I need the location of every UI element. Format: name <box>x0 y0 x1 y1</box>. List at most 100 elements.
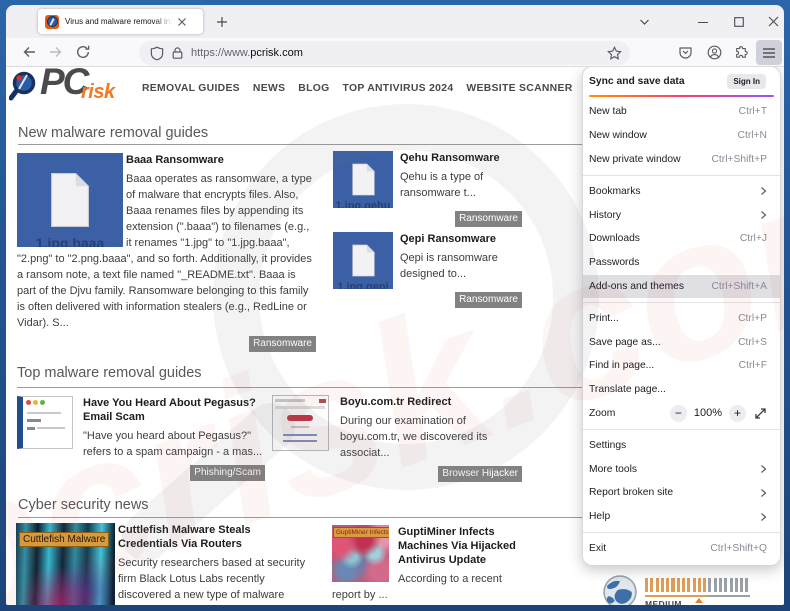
globe-icon <box>603 575 637 605</box>
menu-item-exit[interactable]: ExitCtrl+Shift+Q <box>583 537 780 561</box>
maximize-button[interactable] <box>728 5 750 38</box>
article-boyu-thumbnail[interactable] <box>272 395 329 451</box>
article-pegasus-tag[interactable]: Phishing/Scam <box>190 465 265 481</box>
menu-separator <box>583 175 780 176</box>
menu-item-new-private-window[interactable]: New private windowCtrl+Shift+P <box>583 148 780 172</box>
menu-item-translate-page[interactable]: Translate page... <box>583 378 780 402</box>
tab-bar: Virus and malware removal inst <box>6 5 784 38</box>
menu-item-history[interactable]: History <box>583 203 780 227</box>
tab-close-icon[interactable] <box>177 17 187 27</box>
lock-icon[interactable] <box>171 46 184 60</box>
article-qehu-thumbnail[interactable]: 1.jpg.qehu <box>333 151 393 208</box>
submenu-chevron-icon <box>760 464 767 474</box>
menu-item-save-page-as[interactable]: Save page as...Ctrl+S <box>583 330 780 354</box>
site-nav: REMOVAL GUIDES NEWS BLOG TOP ANTIVIRUS 2… <box>142 83 573 94</box>
close-button[interactable] <box>762 5 784 38</box>
menu-item-downloads[interactable]: DownloadsCtrl+J <box>583 227 780 251</box>
url-text[interactable]: https://www.pcrisk.com <box>191 47 303 59</box>
extensions-puzzle-icon[interactable] <box>729 39 755 65</box>
reload-button[interactable] <box>70 39 96 65</box>
menu-separator <box>583 302 780 303</box>
article-baaa-thumbnail[interactable]: 1.jpg.baaa <box>17 153 123 247</box>
nav-toolbar: https://www.pcrisk.com <box>6 38 784 67</box>
article-guptiminer-thumbnail[interactable]: GuptiMiner Infects <box>332 525 389 582</box>
thumb-label: Cuttlefish Malware <box>19 532 109 547</box>
menu-sync-label: Sync and save data <box>589 76 727 87</box>
article-qepi-thumbnail[interactable]: 1.jpg.qepi <box>333 232 393 289</box>
article-qehu: 1.jpg.qehu Qehu Ransomware Qehu is a typ… <box>333 151 522 227</box>
zoom-out-button[interactable]: − <box>670 405 687 422</box>
menu-separator <box>583 429 780 430</box>
submenu-chevron-icon <box>760 186 767 196</box>
threat-meter-bars <box>645 578 748 592</box>
menu-item-settings[interactable]: Settings <box>583 433 780 457</box>
menu-item-report-broken-site[interactable]: Report broken site <box>583 481 780 505</box>
browser-tab[interactable]: Virus and malware removal inst <box>38 9 203 34</box>
menu-item-addons-themes[interactable]: Add-ons and themesCtrl+Shift+A <box>583 275 780 299</box>
back-button[interactable] <box>16 39 42 65</box>
nav-removal-guides[interactable]: REMOVAL GUIDES <box>142 83 240 94</box>
menu-separator <box>583 532 780 533</box>
article-qehu-tag[interactable]: Ransomware <box>455 211 522 227</box>
submenu-chevron-icon <box>760 210 767 220</box>
article-boyu-tag[interactable]: Browser Hijacker <box>438 466 522 482</box>
nav-top-antivirus[interactable]: TOP ANTIVIRUS 2024 <box>343 83 454 94</box>
tracking-shield-icon[interactable] <box>150 46 164 61</box>
logo-text-risk: risk <box>81 81 115 104</box>
article-pegasus-thumbnail[interactable] <box>17 396 73 449</box>
tab-list-chevron-icon[interactable] <box>633 5 655 38</box>
section-new-guides-title: New malware removal guides <box>18 125 208 141</box>
menu-item-help[interactable]: Help <box>583 505 780 529</box>
bookmark-star-icon[interactable] <box>607 46 622 61</box>
article-cuttlefish: Cuttlefish Malware Cuttlefish Malware St… <box>16 523 312 605</box>
threat-level-label: MEDIUM <box>645 599 682 605</box>
article-pegasus: Have You Heard About Pegasus? Email Scam… <box>17 396 271 481</box>
sign-in-button[interactable]: Sign In <box>727 74 766 89</box>
submenu-chevron-icon <box>760 488 767 498</box>
menu-item-passwords[interactable]: Passwords <box>583 251 780 275</box>
desktop-frame: Virus and malware removal inst <box>0 0 790 611</box>
section-top-guides-title: Top malware removal guides <box>17 365 202 381</box>
threat-level-widget: MEDIUM <box>603 575 763 605</box>
menu-item-more-tools[interactable]: More tools <box>583 457 780 481</box>
page-content: PC risk REMOVAL GUIDES NEWS BLOG TOP ANT… <box>6 67 784 605</box>
article-qepi-tag[interactable]: Ransomware <box>455 292 522 308</box>
article-baaa: 1.jpg.baaa Baaa Ransomware Baaa operates… <box>17 153 316 352</box>
section-news-title: Cyber security news <box>18 497 149 513</box>
zoom-in-button[interactable]: + <box>729 405 746 422</box>
menu-sync-row[interactable]: Sync and save data Sign In <box>583 70 780 92</box>
article-cuttlefish-thumbnail[interactable]: Cuttlefish Malware <box>16 523 115 605</box>
new-tab-button[interactable] <box>210 13 234 31</box>
nav-blog[interactable]: BLOG <box>298 83 329 94</box>
article-baaa-tag[interactable]: Ransomware <box>249 336 316 352</box>
menu-item-new-tab[interactable]: New tabCtrl+T <box>583 100 780 124</box>
pcrisk-logo[interactable]: PC risk <box>9 70 139 104</box>
app-menu-button[interactable] <box>756 40 782 65</box>
nav-website-scanner[interactable]: WEBSITE SCANNER <box>466 83 572 94</box>
submenu-chevron-icon <box>760 512 767 522</box>
threat-meter-marker <box>695 598 703 603</box>
thumb-caption: 1.jpg.baaa <box>17 235 123 247</box>
menu-item-find-in-page[interactable]: Find in page...Ctrl+F <box>583 354 780 378</box>
browser-window: Virus and malware removal inst <box>6 5 784 605</box>
article-guptiminer: GuptiMiner Infects GuptiMiner Infects Ma… <box>332 525 522 603</box>
url-scheme: https://www. <box>191 47 250 59</box>
tab-title: Virus and malware removal inst <box>65 17 175 26</box>
pcrisk-logo-icon <box>9 70 37 102</box>
thumb-label: GuptiMiner Infects <box>333 527 389 538</box>
nav-news[interactable]: NEWS <box>253 83 285 94</box>
threat-meter-line <box>645 595 750 597</box>
minimize-button[interactable] <box>692 5 714 38</box>
fullscreen-icon[interactable] <box>754 407 767 420</box>
menu-item-new-window[interactable]: New windowCtrl+N <box>583 124 780 148</box>
address-bar[interactable]: https://www.pcrisk.com <box>139 41 630 65</box>
hamburger-icon <box>762 47 776 59</box>
forward-button[interactable] <box>42 39 68 65</box>
zoom-value[interactable]: 100% <box>694 407 722 419</box>
pcrisk-favicon-icon <box>45 15 59 29</box>
thumb-caption: 1.jpg.qehu <box>333 200 393 208</box>
pocket-icon[interactable] <box>672 39 698 65</box>
account-icon[interactable] <box>701 39 727 65</box>
menu-item-bookmarks[interactable]: Bookmarks <box>583 179 780 203</box>
menu-item-print[interactable]: Print...Ctrl+P <box>583 306 780 330</box>
